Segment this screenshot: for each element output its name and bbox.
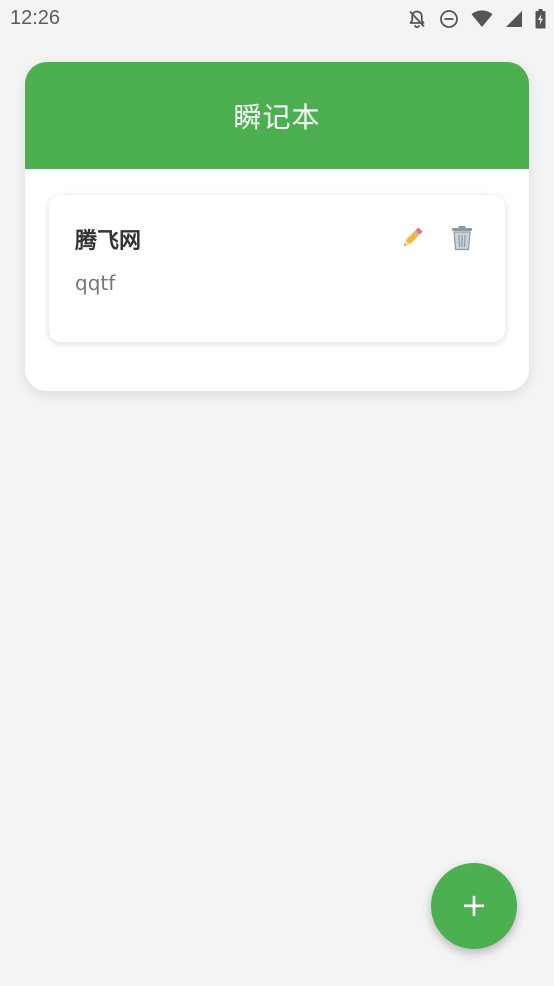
- pencil-icon: [399, 225, 425, 255]
- do-not-disturb-icon: [439, 9, 459, 29]
- battery-charging-icon: [535, 9, 546, 29]
- note-content: qqtf: [75, 271, 116, 295]
- signal-icon: [505, 10, 523, 28]
- bell-off-icon: [407, 9, 427, 29]
- notes-panel: 瞬记本 腾飞网 qqtf: [25, 62, 529, 391]
- app-header: 瞬记本: [25, 62, 529, 169]
- note-actions: [399, 225, 475, 255]
- trash-icon: [450, 225, 474, 255]
- add-note-button[interactable]: +: [431, 863, 517, 949]
- note-title: 腾飞网: [75, 229, 142, 254]
- plus-icon: +: [460, 886, 488, 924]
- status-bar: 12:26: [0, 0, 554, 38]
- delete-note-button[interactable]: [449, 225, 475, 255]
- wifi-icon: [471, 10, 493, 28]
- note-card[interactable]: 腾飞网 qqtf: [49, 195, 505, 342]
- page-title: 瞬记本: [233, 100, 321, 134]
- screen: 12:26 瞬记本 腾飞网 qqtf +: [0, 0, 554, 986]
- status-icons: [407, 8, 546, 30]
- edit-note-button[interactable]: [399, 227, 425, 253]
- status-time: 12:26: [10, 7, 61, 29]
